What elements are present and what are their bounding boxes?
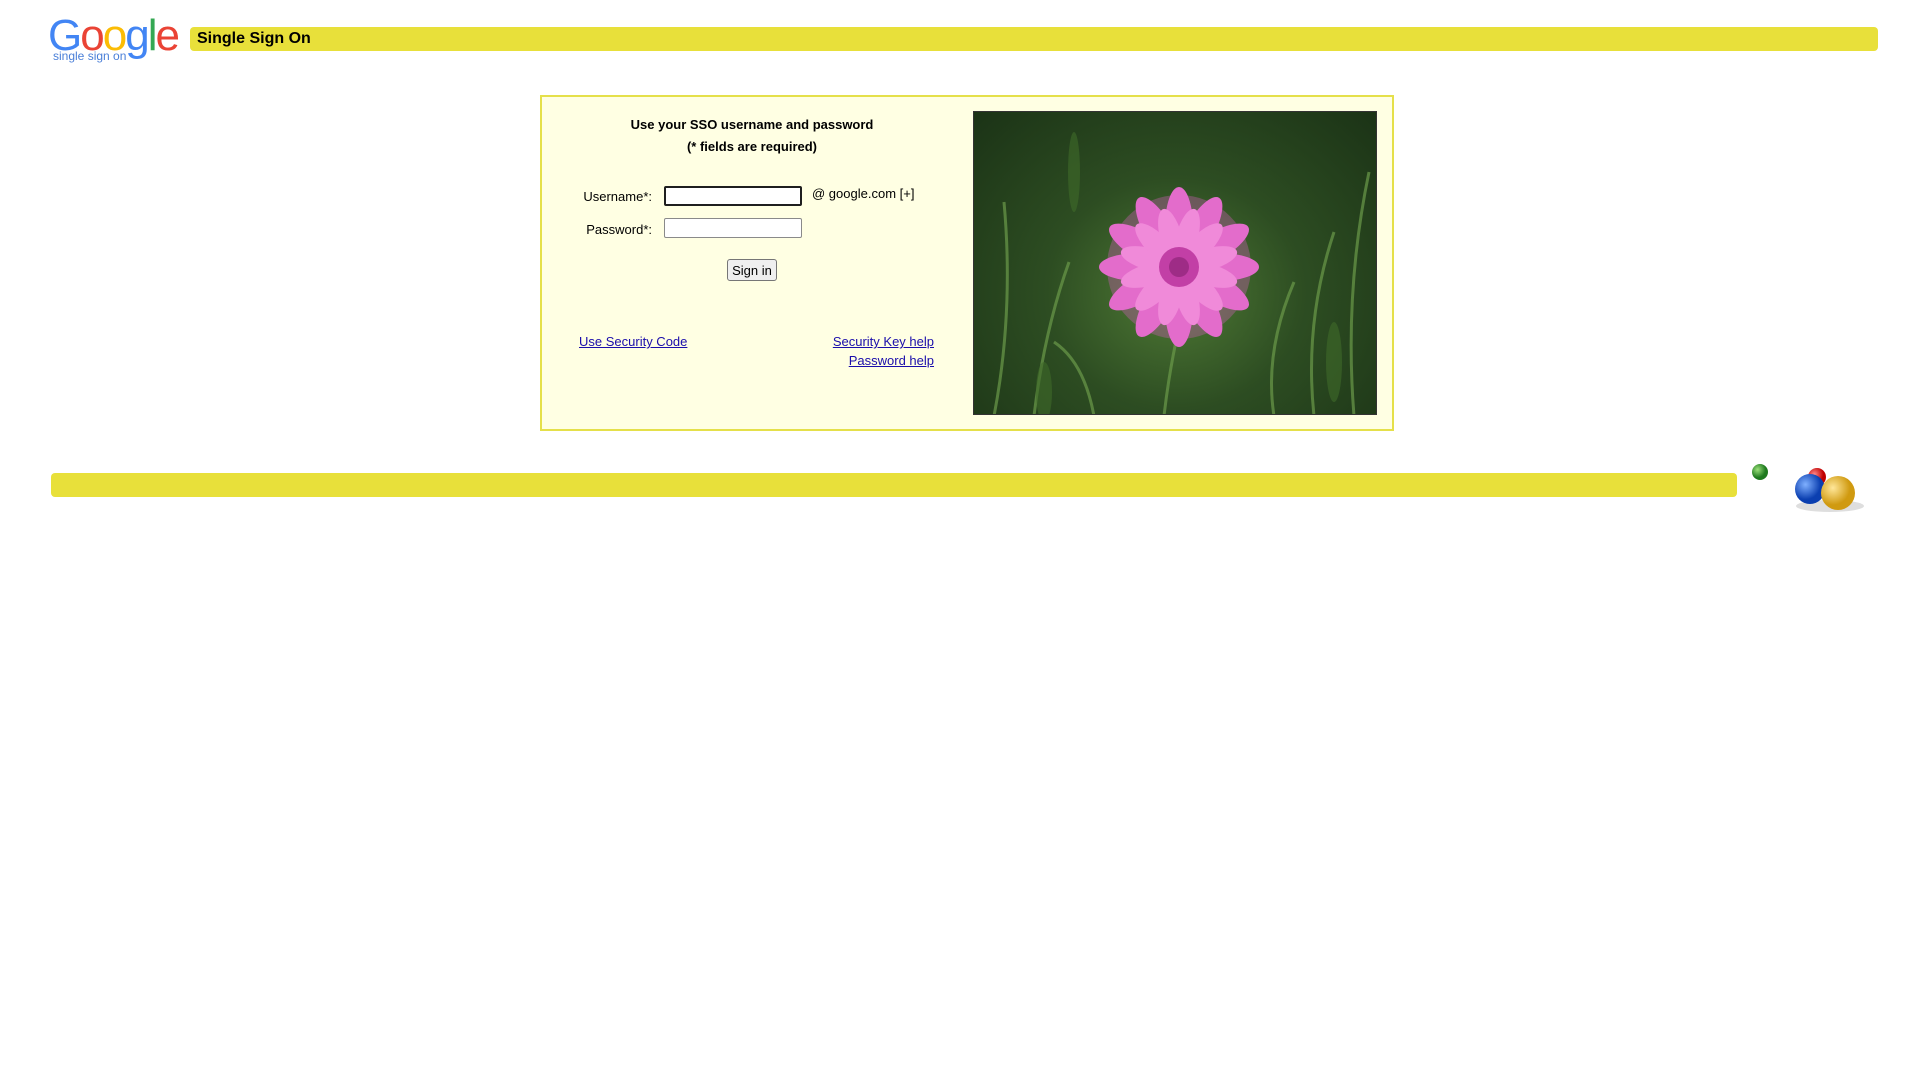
username-input[interactable] [664, 186, 802, 206]
logo-subtitle: single sign on [53, 49, 127, 63]
password-input[interactable] [664, 218, 802, 238]
colored-balls-icon [1750, 462, 1880, 532]
cornflower-image [992, 132, 1371, 414]
use-security-code-link[interactable]: Use Security Code [579, 334, 687, 349]
required-note: (* fields are required) [686, 139, 818, 154]
security-key-help-link[interactable]: Security Key help [822, 334, 934, 349]
sign-in-button[interactable]: Sign in [727, 259, 777, 281]
footer-bar [51, 473, 1737, 497]
page-title-bar: Single Sign On [190, 27, 1878, 51]
password-label: Password*: [586, 222, 652, 237]
page-title: Single Sign On [197, 30, 311, 47]
domain-suffix[interactable]: @ google.com [+] [812, 186, 914, 201]
login-panel: Use your SSO username and password (* fi… [540, 95, 1394, 431]
username-label: Username*: [583, 189, 652, 204]
google-sso-logo: Google single sign on [48, 14, 188, 66]
login-heading: Use your SSO username and password [630, 117, 874, 132]
flower-photo [973, 111, 1377, 415]
password-help-link[interactable]: Password help [822, 353, 934, 368]
